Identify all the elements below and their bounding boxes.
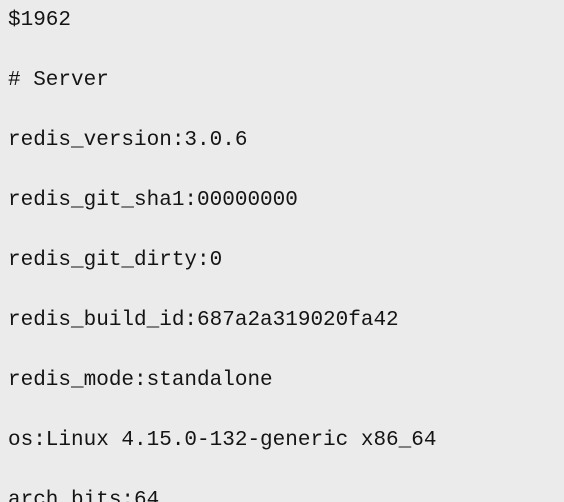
info-line-redis-mode: redis_mode:standalone xyxy=(8,369,273,392)
redis-info-output: $1962 # Server redis_version:3.0.6 redis… xyxy=(0,0,564,502)
info-line-redis-version: redis_version:3.0.6 xyxy=(8,129,248,152)
bulk-length-line: $1962 xyxy=(8,9,72,32)
info-line-redis-git-dirty: redis_git_dirty:0 xyxy=(8,249,223,272)
info-line-os: os:Linux 4.15.0-132-generic x86_64 xyxy=(8,429,437,452)
info-line-redis-git-sha1: redis_git_sha1:00000000 xyxy=(8,189,298,212)
info-line-arch-bits: arch_bits:64 xyxy=(8,489,160,502)
section-header-server: # Server xyxy=(8,69,109,92)
info-line-redis-build-id: redis_build_id:687a2a319020fa42 xyxy=(8,309,399,332)
